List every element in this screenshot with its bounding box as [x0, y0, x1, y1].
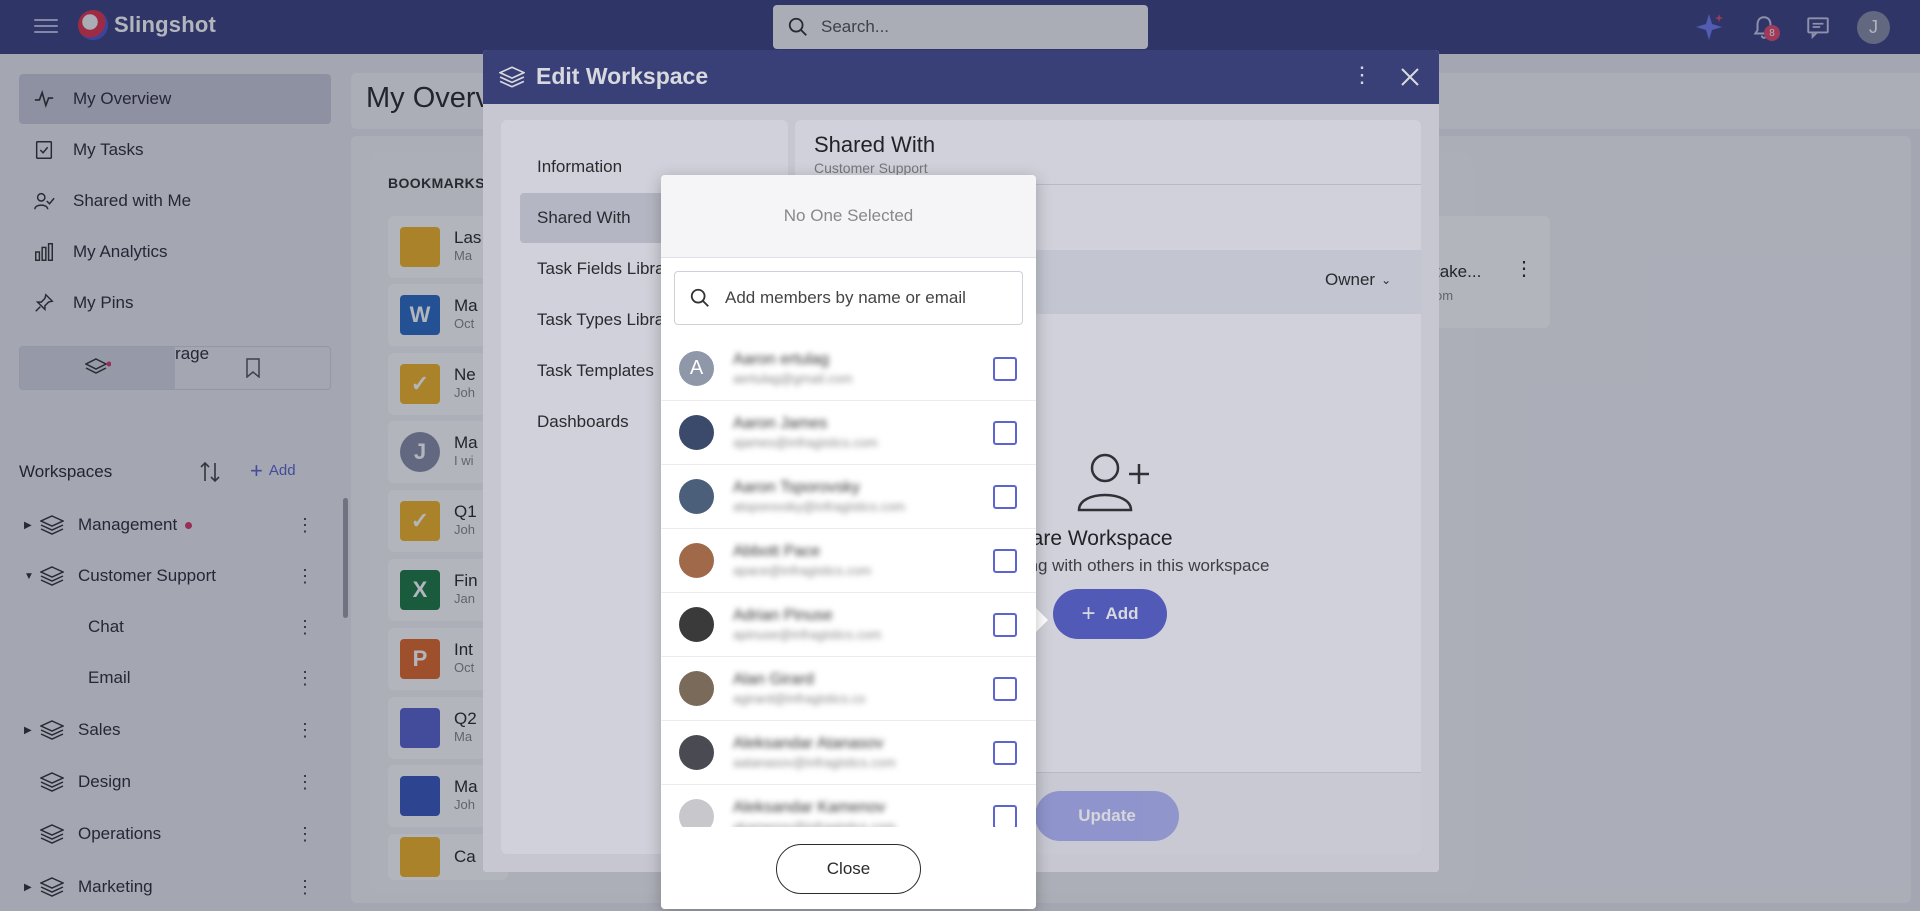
member-avatar: A — [679, 351, 714, 386]
member-checkbox[interactable] — [993, 485, 1017, 509]
member-row[interactable]: Alan Girard agirard@infragistics.co — [661, 657, 1036, 721]
member-avatar — [679, 543, 714, 578]
member-email: agirard@infragistics.co — [733, 691, 866, 706]
member-avatar — [679, 415, 714, 450]
member-search-placeholder: Add members by name or email — [725, 288, 966, 307]
member-row[interactable]: Abbott Pace apace@infragistics.com — [661, 529, 1036, 593]
member-email: apace@infragistics.com — [733, 563, 872, 578]
member-name: Adrian Pinuse — [733, 607, 833, 624]
member-checkbox[interactable] — [993, 677, 1017, 701]
close-button[interactable]: Close — [776, 844, 921, 894]
member-checkbox[interactable] — [993, 357, 1017, 381]
selection-status: No One Selected — [661, 175, 1036, 258]
member-avatar — [679, 735, 714, 770]
member-search-input[interactable]: Add members by name or email — [674, 271, 1023, 325]
member-email: akamenov@infragistics.com — [733, 819, 896, 827]
member-name: Aleksandar Kamenov — [733, 799, 886, 816]
member-name: Aaron Tsporovsky — [733, 479, 860, 496]
member-avatar — [679, 607, 714, 642]
member-email: aatanasov@infragistics.com — [733, 755, 896, 770]
member-picker-popover: No One Selected Add members by name or e… — [661, 175, 1036, 909]
member-email: ajames@infragistics.com — [733, 435, 878, 450]
member-name: Abbott Pace — [733, 543, 821, 560]
member-checkbox[interactable] — [993, 805, 1017, 827]
member-name: Aaron James — [733, 415, 828, 432]
member-row[interactable]: A Aaron ertulag aertulag@gmail.com — [661, 337, 1036, 401]
member-row[interactable]: Aaron Tsporovsky atsporovsky@infragistic… — [661, 465, 1036, 529]
member-name: Aaron ertulag — [733, 351, 830, 368]
member-name: Alan Girard — [733, 671, 814, 688]
member-avatar — [679, 799, 714, 827]
member-row[interactable]: Aaron James ajames@infragistics.com — [661, 401, 1036, 465]
member-avatar — [679, 479, 714, 514]
search-icon — [690, 288, 709, 307]
member-email: aertulag@gmail.com — [733, 371, 853, 386]
member-row[interactable]: Aleksandar Atanasov aatanasov@infragisti… — [661, 721, 1036, 785]
member-email: atsporovsky@infragistics.com — [733, 499, 906, 514]
member-checkbox[interactable] — [993, 741, 1017, 765]
picker-footer: Close — [661, 829, 1036, 909]
popover-arrow — [1036, 608, 1048, 632]
member-avatar — [679, 671, 714, 706]
member-row[interactable]: Adrian Pinuse apinuse@infragistics.com — [661, 593, 1036, 657]
member-checkbox[interactable] — [993, 549, 1017, 573]
member-row[interactable]: Aleksandar Kamenov akamenov@infragistics… — [661, 785, 1036, 827]
member-email: apinuse@infragistics.com — [733, 627, 882, 642]
member-name: Aleksandar Atanasov — [733, 735, 884, 752]
member-checkbox[interactable] — [993, 613, 1017, 637]
member-checkbox[interactable] — [993, 421, 1017, 445]
member-list[interactable]: A Aaron ertulag aertulag@gmail.com Aaron… — [661, 337, 1036, 827]
